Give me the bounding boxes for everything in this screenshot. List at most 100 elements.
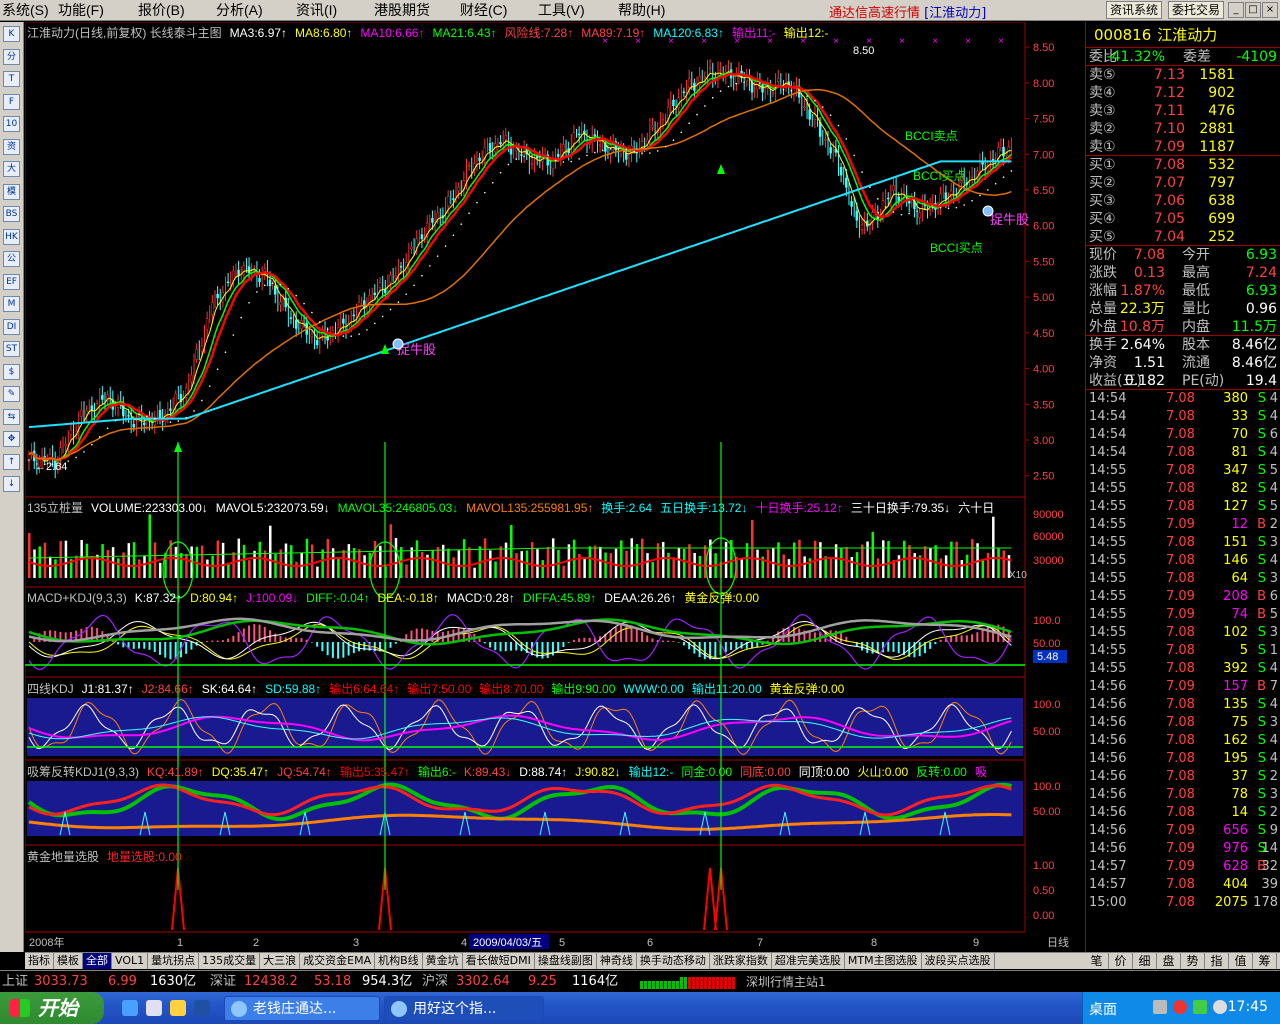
ma21-dot xyxy=(688,122,690,125)
detail-tab-4[interactable]: 势 xyxy=(1181,953,1205,969)
tool-icon-9[interactable]: HK xyxy=(3,228,20,245)
date-label: 5 xyxy=(559,937,565,949)
close-icon[interactable]: × xyxy=(1262,2,1278,18)
tool-icon-2[interactable]: T xyxy=(3,71,20,87)
word-icon[interactable] xyxy=(146,1000,162,1016)
macd-bar xyxy=(478,638,481,642)
tab-16[interactable]: MTM主图选股 xyxy=(845,953,922,969)
sell-level[interactable]: 卖③ 7.11 476 xyxy=(1086,102,1280,120)
ie-icon[interactable] xyxy=(122,1000,138,1016)
tool-icon-8[interactable]: BS xyxy=(3,206,20,222)
tool-icon-15[interactable]: $ xyxy=(3,363,20,380)
indicator-value: 输出12:- xyxy=(628,765,674,779)
tool-icon-5[interactable]: 资 xyxy=(3,138,20,155)
tool-icon-3[interactable]: F xyxy=(3,93,20,110)
tab-2[interactable]: 全部 xyxy=(83,953,112,969)
menu-item-0[interactable]: 系统(S) xyxy=(2,1,49,19)
tab-1[interactable]: 模板 xyxy=(54,953,83,969)
tool-icon-1[interactable]: 分 xyxy=(3,48,20,65)
task-browser[interactable]: 用好这个指... xyxy=(384,996,544,1021)
task-tdx[interactable]: 老钱庄通达... xyxy=(224,996,380,1021)
buy-level[interactable]: 买② 7.07 797 xyxy=(1086,174,1280,192)
trade-entrust-button[interactable]: 委托交易 xyxy=(1168,1,1225,19)
folder-icon[interactable] xyxy=(170,1000,186,1016)
tool-icon-19[interactable]: ↑ xyxy=(3,453,20,470)
indicator-value: 换手:2.64 xyxy=(601,501,653,515)
tab-15[interactable]: 超准完美选股 xyxy=(772,953,845,969)
tab-11[interactable]: 操盘线副图 xyxy=(535,953,597,969)
tab-14[interactable]: 涨跌家指数 xyxy=(710,953,772,969)
buy-level[interactable]: 买① 7.08 532 xyxy=(1086,156,1280,174)
candle-body xyxy=(85,410,88,415)
detail-tab-3[interactable]: 盘 xyxy=(1157,953,1181,969)
tool-icon-13[interactable]: DI xyxy=(3,318,20,335)
indicator-value: 输出6:- xyxy=(417,765,456,779)
news-system-button[interactable]: 资讯系统 xyxy=(1106,1,1163,19)
tool-icon-16[interactable]: ✎ xyxy=(3,386,20,402)
menu-item-6[interactable]: 财经(C) xyxy=(460,1,507,19)
tool-icon-14[interactable]: ST xyxy=(3,341,20,357)
menu-item-4[interactable]: 资讯(I) xyxy=(296,1,337,19)
buy-level[interactable]: 买④ 7.05 699 xyxy=(1086,210,1280,228)
detail-tab-2[interactable]: 细 xyxy=(1133,953,1157,969)
desktop-toolbar[interactable]: 桌面 xyxy=(1089,999,1117,1019)
tab-6[interactable]: 大三浪 xyxy=(260,953,301,969)
tool-icon-20[interactable]: ↓ xyxy=(3,476,20,492)
tool-icon-12[interactable]: M xyxy=(3,296,20,312)
menu-item-5[interactable]: 港股期货 xyxy=(374,1,430,19)
tab-13[interactable]: 换手动态移动 xyxy=(637,953,710,969)
network-icon[interactable] xyxy=(1153,1000,1167,1014)
sell-level[interactable]: 卖⑤ 7.13 1581 xyxy=(1086,66,1280,84)
sell-level[interactable]: 卖④ 7.12 902 xyxy=(1086,84,1280,102)
start-button[interactable]: 开始 xyxy=(0,992,104,1024)
tool-icon-7[interactable]: 模 xyxy=(3,183,20,200)
detail-tab-5[interactable]: 指 xyxy=(1205,953,1229,969)
tool-icon-6[interactable]: 大 xyxy=(3,161,20,177)
menu-item-7[interactable]: 工具(V) xyxy=(538,1,585,19)
tab-9[interactable]: 黄金坑 xyxy=(423,953,463,969)
tool-icon-4[interactable]: 10 xyxy=(3,116,20,132)
sell-level[interactable]: 卖② 7.10 2881 xyxy=(1086,120,1280,138)
tab-3[interactable]: VOL1 xyxy=(112,953,149,969)
detail-tab-6[interactable]: 值 xyxy=(1229,953,1253,969)
chart-area[interactable]: 8.50 8.00 7.50 7.00 6.50 6.00 5.50 5.00 4.50 4.00… xyxy=(25,22,1085,952)
tool-icon-10[interactable]: 公 xyxy=(3,251,20,267)
detail-tab-1[interactable]: 价 xyxy=(1109,953,1133,969)
hs-label: 沪深 xyxy=(422,974,449,989)
strength-segment xyxy=(648,981,651,989)
tool-icon-18[interactable]: ✥ xyxy=(3,431,20,447)
menu-item-3[interactable]: 分析(A) xyxy=(216,1,263,19)
detail-tab-7[interactable]: 筹 xyxy=(1253,953,1277,969)
ma21-dot xyxy=(546,157,549,159)
shield-icon[interactable] xyxy=(1193,1000,1207,1014)
tab-8[interactable]: 机构B线 xyxy=(375,953,423,969)
volume-bar xyxy=(672,557,675,578)
buy-level[interactable]: 买⑤ 7.04 252 xyxy=(1086,228,1280,246)
menu-item-8[interactable]: 帮助(H) xyxy=(618,1,665,19)
tab-10[interactable]: 看长做短DMI xyxy=(463,953,535,969)
security-icon[interactable] xyxy=(1173,1000,1187,1014)
tab-7[interactable]: 成交资金EMA xyxy=(300,953,376,969)
tab-0[interactable]: 指标 xyxy=(25,953,54,969)
media-icon[interactable] xyxy=(194,1000,210,1016)
buy-level[interactable]: 买③ 7.06 638 xyxy=(1086,192,1280,210)
tool-icon-17[interactable]: ⇆ xyxy=(3,408,20,425)
tab-4[interactable]: 量坑拐点 xyxy=(148,953,200,969)
chart-canvas[interactable]: 8.50 8.00 7.50 7.00 6.50 6.00 5.50 5.00 4.50 4.00… xyxy=(25,22,1085,952)
maximize-icon[interactable]: □ xyxy=(1245,2,1261,18)
volume-indicator-title: 135立桩量 VOLUME:223303.00↓ MAVOL5:232073.59↓… xyxy=(27,501,995,515)
tool-icon-0[interactable]: K xyxy=(3,26,20,42)
tab-5[interactable]: 135成交量 xyxy=(199,953,261,969)
strength-segment xyxy=(728,977,731,989)
ma21-dot xyxy=(617,147,620,150)
minimize-icon[interactable]: _ xyxy=(1228,2,1244,18)
detail-tab-0[interactable]: 笔 xyxy=(1085,953,1109,969)
volume-icon[interactable] xyxy=(1213,1000,1227,1014)
menu-item-2[interactable]: 报价(B) xyxy=(138,1,185,19)
sell-level[interactable]: 卖① 7.09 1187 xyxy=(1086,138,1280,156)
tool-icon-11[interactable]: EF xyxy=(3,273,20,290)
hs-change: 9.25 xyxy=(528,974,557,989)
tab-12[interactable]: 神奇线 xyxy=(597,953,637,969)
tab-17[interactable]: 波段买点选股 xyxy=(922,953,995,969)
menu-item-1[interactable]: 功能(F) xyxy=(58,1,104,19)
